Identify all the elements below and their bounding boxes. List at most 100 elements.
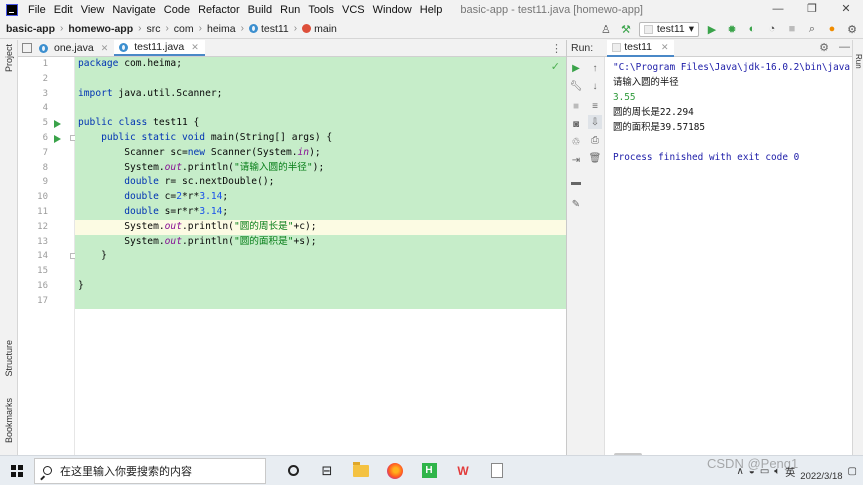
run-icon[interactable]: ▶ — [705, 22, 719, 36]
minimize-button[interactable]: — — [761, 0, 795, 19]
breadcrumb-method[interactable]: main — [314, 23, 337, 35]
menu-vcs[interactable]: VCS — [338, 4, 369, 16]
user-icon[interactable]: ♙ — [599, 22, 613, 36]
project-tool-tab[interactable]: Project — [2, 44, 16, 72]
build-hammer-icon[interactable]: ⚒ — [619, 22, 633, 36]
layout-icon[interactable]: ▬ — [569, 175, 583, 189]
menu-tools[interactable]: Tools — [304, 4, 338, 16]
run-side-tab[interactable]: Run — [854, 54, 863, 69]
document-icon — [491, 463, 503, 478]
wrench-icon[interactable]: 🔧︎ — [569, 79, 583, 93]
exit-icon[interactable]: ⇥ — [569, 153, 583, 167]
code-line[interactable]: package com.heima; — [75, 57, 566, 72]
hide-panel-icon[interactable]: — — [839, 41, 850, 54]
menu-help[interactable]: Help — [416, 4, 447, 16]
pin-icon[interactable]: ✎ — [569, 197, 583, 211]
code-line[interactable]: public class test11 { — [75, 116, 566, 131]
no-problems-check-icon[interactable]: ✓ — [551, 60, 560, 73]
bookmarks-tool-tab[interactable]: Bookmarks — [2, 398, 16, 443]
search-icon[interactable]: ⌕ — [805, 22, 819, 36]
menu-view[interactable]: View — [77, 4, 109, 16]
more-tabs-icon[interactable]: ⋮ — [551, 42, 562, 55]
menu-edit[interactable]: Edit — [50, 4, 77, 16]
code-line[interactable]: } — [75, 278, 566, 294]
coverage-icon[interactable]: ◐ — [745, 22, 759, 36]
debug-icon[interactable]: ✹ — [725, 22, 739, 36]
structure-tool-tab[interactable]: Structure — [2, 340, 16, 377]
code-line[interactable]: double c=2*r*3.14; — [75, 190, 566, 205]
menu-run[interactable]: Run — [276, 4, 304, 16]
code-line[interactable]: System.out.println("圆的面积是"+s); — [75, 234, 566, 250]
stop-icon[interactable]: ■ — [569, 99, 583, 113]
widgets-button[interactable]: ⊟ — [310, 456, 344, 485]
menu-code[interactable]: Code — [160, 4, 194, 16]
run-configuration-label: test11 — [656, 23, 685, 35]
gutter-run-icon[interactable] — [54, 119, 61, 128]
update-icon[interactable]: ● — [825, 22, 839, 36]
taskbar-search[interactable]: 在这里输入你要搜索的内容 — [34, 457, 266, 484]
code-editor[interactable]: package com.heima; import java.util.Scan… — [75, 57, 566, 455]
breadcrumb-class[interactable]: test11 — [261, 23, 289, 35]
console-output[interactable]: "C:\Program Files\Java\jdk-16.0.2\bin\ja… — [613, 60, 863, 165]
breadcrumb-heima[interactable]: heima — [207, 23, 236, 35]
code-line[interactable]: double r= sc.nextDouble(); — [75, 175, 566, 191]
code-line[interactable] — [75, 71, 566, 87]
start-button[interactable] — [0, 456, 34, 485]
up-arrow-icon[interactable]: ↑ — [588, 61, 602, 75]
wps-button[interactable]: W — [446, 456, 480, 485]
tab-test11-java[interactable]: test11.java ✕ — [114, 40, 205, 56]
code-line[interactable]: System.out.println("圆的周长是"+c); — [75, 219, 566, 235]
breadcrumb-src[interactable]: src — [146, 23, 160, 35]
task-view-button[interactable] — [276, 456, 310, 485]
hbuilder-button[interactable]: H — [412, 456, 446, 485]
code-line[interactable]: double s=r*r*3.14; — [75, 204, 566, 220]
code-lines[interactable]: package com.heima; import java.util.Scan… — [75, 57, 566, 309]
firefox-button[interactable] — [378, 456, 412, 485]
camera-icon[interactable]: ◙ — [569, 117, 583, 131]
bookmarks-tab-label: Bookmarks — [4, 398, 14, 444]
taskbar-search-placeholder: 在这里输入你要搜索的内容 — [60, 465, 192, 478]
close-icon[interactable]: ✕ — [191, 42, 199, 53]
close-icon[interactable]: ✕ — [101, 43, 109, 54]
menu-build[interactable]: Build — [244, 4, 276, 16]
profile-icon[interactable]: ◔ — [765, 22, 779, 36]
menu-window[interactable]: Window — [369, 4, 416, 16]
run-configuration-select[interactable]: test11 ▾ — [638, 21, 699, 37]
code-line[interactable]: } — [75, 249, 566, 265]
soft-wrap-icon[interactable]: ≡ — [588, 99, 602, 113]
code-line[interactable]: Scanner sc=new Scanner(System.in); — [75, 145, 566, 161]
menu-navigate[interactable]: Navigate — [108, 4, 159, 16]
gear-icon[interactable]: ⚙ — [819, 41, 829, 54]
project-view-icon[interactable] — [22, 43, 32, 53]
debug-restart-icon[interactable]: ♲ — [569, 135, 583, 149]
structure-tab-label: Structure — [4, 340, 14, 377]
menu-file[interactable]: File — [24, 4, 50, 16]
notifications-icon[interactable]: ▢ — [848, 466, 857, 477]
gutter-run-icon[interactable] — [54, 134, 61, 143]
clock[interactable]: 2022/3/18 — [800, 460, 842, 482]
close-window-button[interactable]: ✕ — [829, 0, 863, 19]
code-line[interactable] — [75, 101, 566, 117]
run-tab-test11[interactable]: test11 ✕ — [607, 39, 674, 57]
menu-refactor[interactable]: Refactor — [194, 4, 244, 16]
scroll-to-end-icon[interactable]: ⇩ — [588, 115, 602, 129]
breadcrumb-com[interactable]: com — [174, 23, 194, 35]
file-explorer-button[interactable] — [344, 456, 378, 485]
trash-icon[interactable]: 🗑︎ — [588, 151, 602, 165]
restore-button[interactable]: ❐ — [795, 0, 829, 19]
settings-icon[interactable]: ⚙ — [845, 22, 859, 36]
code-line[interactable] — [75, 264, 566, 279]
stop-icon[interactable]: ■ — [785, 22, 799, 36]
close-icon[interactable]: ✕ — [661, 42, 669, 53]
breadcrumb-module[interactable]: homewo-app — [68, 23, 133, 35]
code-line[interactable] — [75, 293, 566, 309]
tab-one-java[interactable]: one.java ✕ — [34, 40, 114, 56]
down-arrow-icon[interactable]: ↓ — [588, 79, 602, 93]
rerun-icon[interactable]: ▶ — [569, 61, 583, 75]
print-icon[interactable]: ⎙ — [588, 133, 602, 147]
document-button[interactable] — [480, 456, 514, 485]
breadcrumb-project[interactable]: basic-app — [6, 23, 55, 35]
code-line[interactable]: System.out.println("请输入圆的半径"); — [75, 160, 566, 176]
code-line[interactable]: public static void main(String[] args) { — [75, 130, 566, 146]
code-line[interactable]: import java.util.Scanner; — [75, 86, 566, 102]
